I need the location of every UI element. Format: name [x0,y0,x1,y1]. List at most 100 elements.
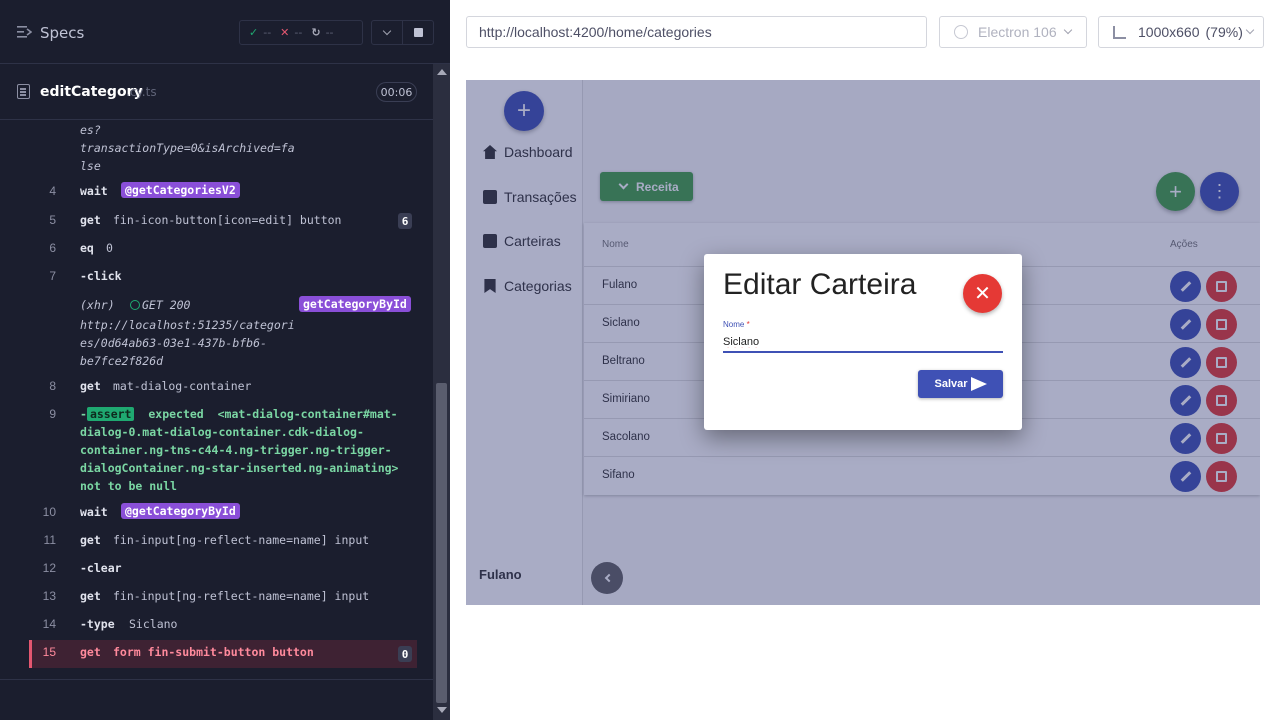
command-message: mat-dialog-container [113,379,252,393]
app-under-test: + Dashboard Transações Carteiras Categor… [466,80,1260,605]
command-name: -clear [80,561,122,575]
url-line: be7fce2f826d [80,354,164,368]
assert-tag: assert [86,407,135,421]
edit-dialog: Editar Carteira ✕ Nome * Salvar [704,254,1022,430]
command-message: fin-input[ng-reflect-name=name] input [113,589,370,603]
pending-stat: ↻ -- [311,26,333,39]
viewport-size: 1000x660 [1138,24,1200,40]
alias-badge: @getCategoryById [121,503,240,519]
pending-count: -- [325,26,334,39]
command-number: 13 [42,589,56,603]
chevron-down-icon [1063,25,1072,35]
name-field-label: Nome * [723,320,750,329]
command-number: 12 [42,561,56,575]
url-line: transactionType=0&isArchived=fa [80,141,295,155]
chevron-down-icon [1245,25,1255,35]
command-number: 7 [49,269,56,283]
close-dialog-button[interactable]: ✕ [963,274,1002,313]
close-icon: ✕ [974,283,991,305]
check-icon: ✓ [249,26,259,39]
cross-icon: ✕ [280,26,290,39]
duration-badge: 00:06 [376,82,417,102]
xhr-status-icon [130,300,140,310]
command-name: get [80,645,101,659]
scrollbar-thumb[interactable] [436,383,447,703]
browser-selector[interactable]: Electron 106 [939,16,1087,48]
command-number: 11 [43,533,56,547]
command-url-tail: es? transactionType=0&isArchived=fa lse [80,121,295,175]
assert-dash: - [80,407,87,421]
spinner-icon: ↻ [311,26,321,39]
stop-icon [413,28,423,37]
chevron-down-icon [382,26,392,35]
assert-expected: expected [148,407,204,421]
assert-line: dialog-0.mat-dialog-container.cdk-dialog… [80,425,364,439]
command-message: fin-icon-button[icon=edit] button [113,213,342,227]
failed-stat: ✕ -- [280,26,302,39]
command-number: 5 [49,213,56,227]
command-message: form fin-submit-button button [113,645,314,659]
electron-icon [954,25,968,39]
url-line: es/0d64ab63-03e1-437b-bfb6- [80,336,267,350]
save-label: Salvar [934,378,968,390]
assert-line: not to be null [80,479,177,493]
test-stats: ✓ -- ✕ -- ↻ -- [239,20,363,45]
assert-message: - assert expected <mat-dialog-container#m… [80,405,410,495]
save-button[interactable]: Salvar [918,370,1003,398]
assert-line: <mat-dialog-container#mat- [217,407,398,421]
command-number: 10 [42,505,56,519]
xhr-prefix: (xhr) [80,298,115,312]
alias-badge: @getCategoriesV2 [121,182,240,198]
assert-line: container.ng-tns-c44-4.ng-trigger.ng-tri… [80,443,392,457]
command-number: 8 [49,379,56,393]
field-label-text: Nome [723,320,745,329]
command-number: 9 [49,407,56,421]
spec-extension: .cy.ts [126,85,157,99]
passed-stat: ✓ -- [249,26,271,39]
command-number: 4 [49,184,56,198]
scroll-down-arrow-icon[interactable] [437,707,447,713]
command-name: wait [80,505,108,519]
passed-count: -- [263,26,272,39]
command-name: -type [80,617,115,631]
command-message: 0 [106,241,113,255]
dialog-title: Editar Carteira [723,268,917,301]
element-count-badge: 6 [398,213,412,229]
url-line: lse [80,159,101,173]
url-line: http://localhost:51235/categori [80,318,295,332]
scroll-up-arrow-icon[interactable] [437,69,447,75]
command-name: -click [80,269,122,283]
url-line: es? [80,123,101,137]
element-count-badge: 0 [398,646,412,662]
command-name: get [80,213,101,227]
viewport-selector[interactable]: 1000x660 (79%) [1098,16,1264,48]
command-message: Siclano [129,617,178,631]
divider [0,679,433,680]
command-number: 15 [42,645,56,659]
xhr-status: GET 200 [142,298,191,312]
command-name: get [80,379,101,393]
failed-count: -- [294,26,303,39]
assert-line: dialogContainer.ng-star-inserted.ng-anim… [80,461,399,475]
runner-panel: Specs ✓ -- ✕ -- ↻ -- editCategory .cy.ts 00… [0,0,450,720]
alias-badge: getCategoryById [299,296,411,312]
url-bar[interactable]: http://localhost:4200/home/categories [466,16,927,48]
command-name: eq [80,241,94,255]
command-name: get [80,533,101,547]
name-input[interactable] [723,333,1003,353]
command-number: 6 [49,241,56,255]
options-dropdown-button[interactable] [371,20,403,45]
file-icon [17,84,30,99]
required-mark: * [746,320,750,329]
browser-label: Electron 106 [978,24,1057,40]
ruler-icon [1113,25,1126,39]
send-icon [970,377,987,391]
specs-list-icon[interactable] [17,25,32,39]
command-log: es? transactionType=0&isArchived=fa lse … [0,121,433,679]
specs-title[interactable]: Specs [40,24,84,42]
command-name: get [80,589,101,603]
xhr-url: http://localhost:51235/categori es/0d64a… [80,316,295,370]
viewport-zoom: (79%) [1205,24,1243,40]
stop-button[interactable] [402,20,434,45]
command-message: fin-input[ng-reflect-name=name] input [113,533,370,547]
